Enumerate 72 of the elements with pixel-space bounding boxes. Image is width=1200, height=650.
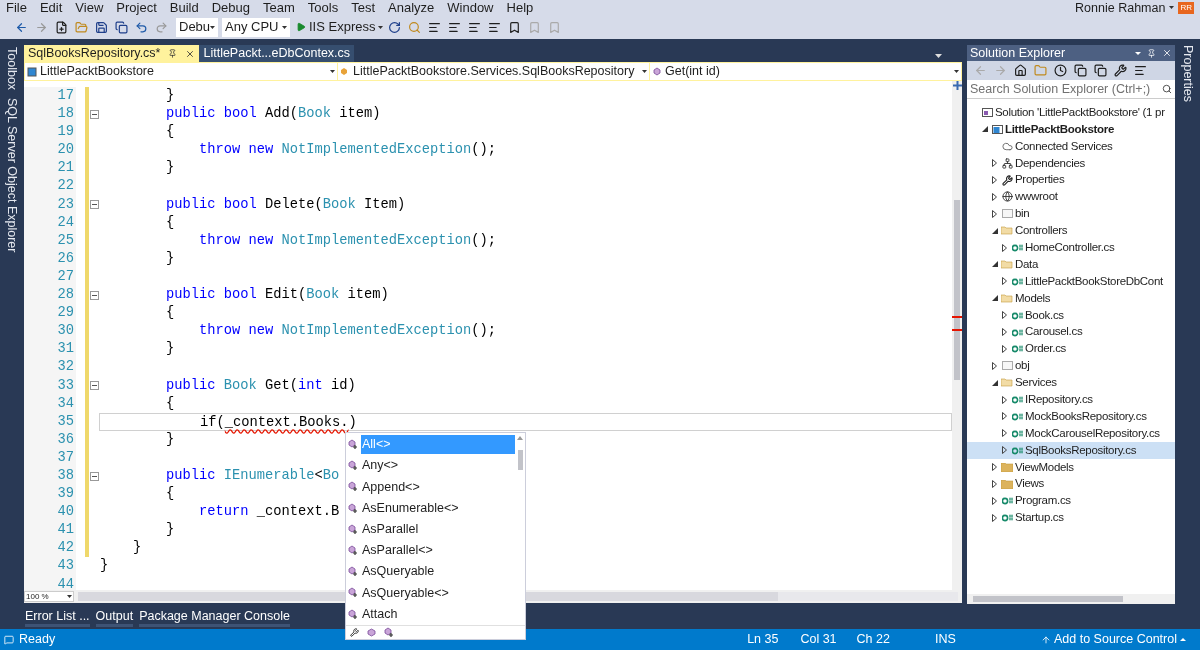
line-number: 19: [24, 123, 76, 142]
code-line: {: [165, 214, 175, 230]
code-line: throw new NotImplementedException();: [198, 323, 497, 339]
tree-item-label: IRepository.cs: [1025, 391, 1093, 407]
code-line: }: [165, 160, 175, 176]
line-number: 32: [24, 358, 76, 377]
tree-item-label: Views: [1015, 476, 1044, 492]
line-number: 41: [24, 521, 76, 540]
code-line: }: [132, 540, 142, 556]
code-line: throw new NotImplementedException();: [198, 232, 497, 248]
tree-item-label: Services: [1015, 375, 1057, 391]
tree-item-label: LittlePacktBookstore: [1005, 121, 1115, 137]
code-line: {: [165, 305, 175, 321]
line-number: 20: [24, 141, 76, 160]
code-line: return _context.B: [198, 504, 340, 520]
tree-item-label: Controllers: [1015, 223, 1068, 239]
code-line: public bool Delete(Book Item): [165, 196, 406, 212]
status-message: Ready: [19, 631, 56, 649]
code-line: }: [165, 431, 175, 447]
tree-item-label: Order.cs: [1025, 341, 1067, 357]
line-number: 39: [24, 485, 76, 504]
tree-item-label: Book.cs: [1025, 307, 1064, 323]
code-line: }: [165, 341, 175, 357]
tree-item-label: bin: [1015, 206, 1030, 222]
tree-item-label: Models: [1015, 290, 1051, 306]
code-line: public Book Get(int id): [165, 377, 356, 393]
code-line: public IEnumerable<Bo: [165, 467, 340, 483]
line-number: 40: [24, 503, 76, 522]
line-number: 42: [24, 539, 76, 558]
tab-label: SqlBooksRepository.cs*: [28, 45, 161, 63]
code-line: {: [165, 124, 175, 140]
line-number: 29: [24, 304, 76, 323]
line-number: 31: [24, 340, 76, 359]
tree-item-label: wwwroot: [1015, 189, 1058, 205]
column-indicator: Col 31: [800, 631, 837, 649]
tree-item-label: MockCarouselRepository.cs: [1025, 425, 1160, 441]
tree-item-label: MockBooksRepository.cs: [1025, 408, 1147, 424]
char-indicator: Ch 22: [856, 631, 890, 649]
code-line: throw new NotImplementedException();: [198, 142, 497, 158]
tree-item-label: HomeController.cs: [1025, 239, 1115, 255]
tree-item-label: Startup.cs: [1015, 510, 1064, 526]
tree-item-label: Properties: [1015, 172, 1065, 188]
code-line: }: [165, 522, 175, 538]
code-line: }: [165, 250, 175, 266]
line-indicator: Ln 35: [747, 631, 779, 649]
tree-item-label: Dependencies: [1015, 155, 1085, 171]
line-number: 30: [24, 322, 76, 341]
code-line: public bool Add(Book item): [165, 106, 381, 122]
code-line: {: [165, 395, 175, 411]
code-line: if(_context.Books.): [199, 414, 357, 430]
tree-item-label: Program.cs: [1015, 493, 1071, 509]
insert-mode-indicator: INS: [934, 631, 956, 649]
code-line: {: [165, 486, 175, 502]
tree-item-label: LittlePacktBookStoreDbCont: [1025, 273, 1163, 289]
tree-item-label: Data: [1015, 256, 1039, 272]
line-number: 22: [24, 177, 76, 196]
line-number: 28: [24, 286, 76, 305]
line-number: 21: [24, 159, 76, 178]
tree-item-label: Carousel.cs: [1025, 324, 1083, 340]
line-number: 43: [24, 557, 76, 576]
code-line: }: [100, 558, 109, 574]
code-line: }: [165, 88, 175, 103]
tree-item-label: ViewModels: [1015, 459, 1074, 475]
tree-item-label: Solution 'LittlePacktBookstore' (1 pr: [995, 104, 1165, 120]
panel-title: Solution Explorer: [970, 44, 1066, 62]
user-name: Ronnie Rahman: [1075, 0, 1166, 15]
code-line: public bool Edit(Book item): [165, 287, 389, 303]
line-number: 18: [24, 105, 76, 124]
line-number: 17: [24, 87, 76, 106]
tree-item-label: Connected Services: [1015, 138, 1113, 154]
tree-item-label: obj: [1015, 358, 1030, 374]
tree-item-label: SqlBooksRepository.cs: [1025, 442, 1137, 458]
